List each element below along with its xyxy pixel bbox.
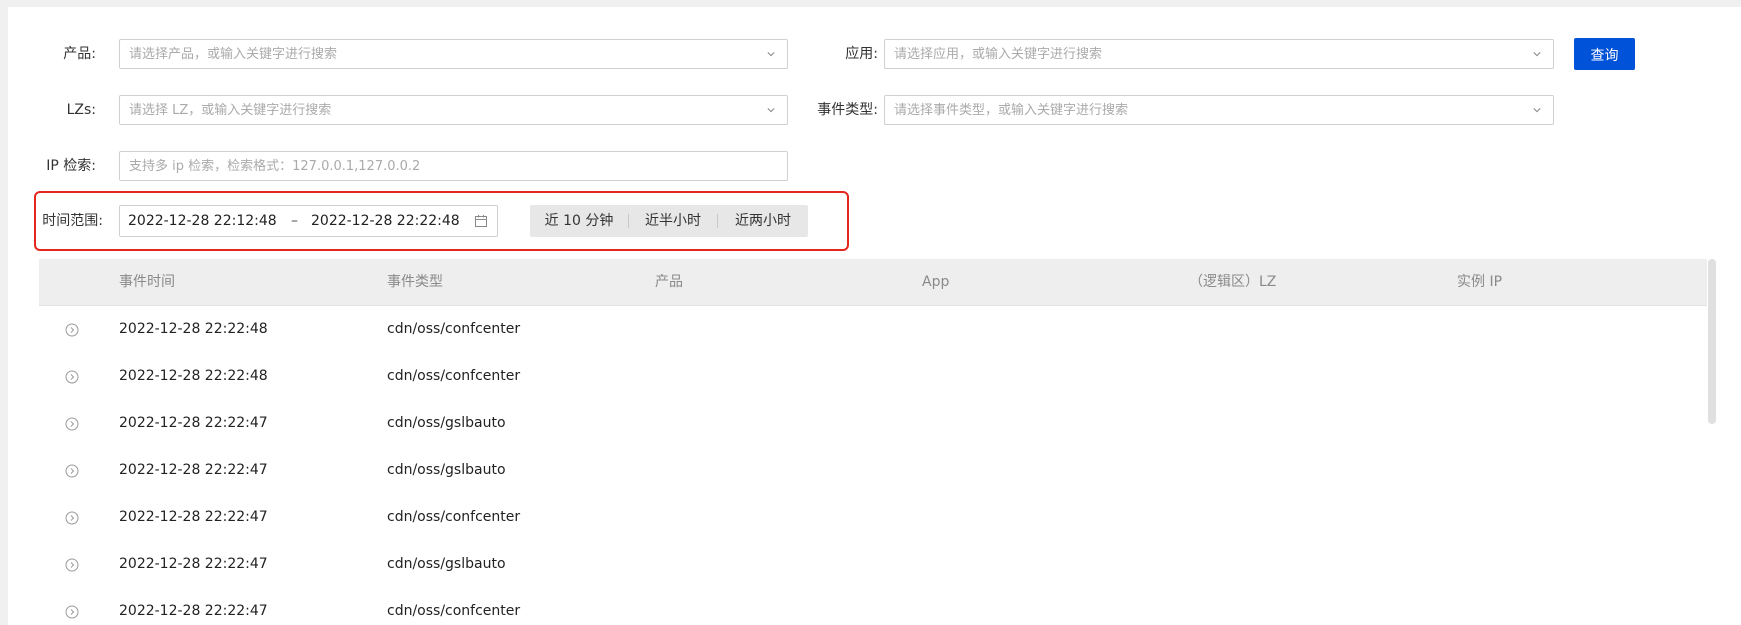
expand-row-icon[interactable] xyxy=(65,323,79,337)
cell-event-type: cdn/oss/gslbauto xyxy=(387,556,506,572)
range-separator: – xyxy=(291,213,298,229)
event-type-select-placeholder: 请选择事件类型，或输入关键字进行搜索 xyxy=(894,103,1129,118)
end-time[interactable]: 2022-12-28 22:22:48 xyxy=(311,206,460,236)
expand-row-icon[interactable] xyxy=(65,605,79,619)
table-row[interactable]: 2022-12-28 22:22:48 cdn/oss/confcenter xyxy=(39,306,1707,354)
expand-row-icon[interactable] xyxy=(65,417,79,431)
table-header: 事件时间 事件类型 产品 App （逻辑区）LZ 实例 IP xyxy=(39,259,1707,306)
table-row[interactable]: 2022-12-28 22:22:47 cdn/oss/gslbauto xyxy=(39,400,1707,448)
cell-event-type: cdn/oss/gslbauto xyxy=(387,415,506,431)
table-row[interactable]: 2022-12-28 22:22:47 cdn/oss/gslbauto xyxy=(39,541,1707,589)
chevron-down-icon xyxy=(767,52,775,57)
column-event-time: 事件时间 xyxy=(119,274,175,290)
table-row[interactable]: 2022-12-28 22:22:47 cdn/oss/gslbauto xyxy=(39,447,1707,495)
cell-event-time: 2022-12-28 22:22:47 xyxy=(119,509,268,525)
product-select[interactable]: 请选择产品，或输入关键字进行搜索 xyxy=(119,39,788,69)
product-label: 产品: xyxy=(63,46,96,62)
cell-event-type: cdn/oss/confcenter xyxy=(387,368,521,384)
ip-label: IP 检索: xyxy=(46,158,96,174)
calendar-icon[interactable] xyxy=(474,214,488,228)
ip-search-input[interactable]: 支持多 ip 检索，检索格式：127.0.0.1,127.0.0.2 xyxy=(119,151,788,181)
event-type-label: 事件类型: xyxy=(817,102,878,118)
cell-event-type: cdn/oss/confcenter xyxy=(387,509,521,525)
column-event-type: 事件类型 xyxy=(387,274,443,290)
column-lz: （逻辑区）LZ xyxy=(1189,274,1277,290)
column-product: 产品 xyxy=(655,274,683,290)
chevron-down-icon xyxy=(767,108,775,113)
time-range-label: 时间范围: xyxy=(42,213,103,229)
table-row[interactable]: 2022-12-28 22:22:48 cdn/oss/confcenter xyxy=(39,353,1707,401)
cell-event-time: 2022-12-28 22:22:48 xyxy=(119,368,268,384)
quick-range-10min[interactable]: 近 10 分钟 xyxy=(530,205,628,237)
app-select-placeholder: 请选择应用，或输入关键字进行搜索 xyxy=(894,47,1103,62)
lz-select[interactable]: 请选择 LZ，或输入关键字进行搜索 xyxy=(119,95,788,125)
table-scrollbar[interactable] xyxy=(1708,259,1716,424)
quick-range-30min[interactable]: 近半小时 xyxy=(629,205,717,237)
cell-event-type: cdn/oss/confcenter xyxy=(387,603,521,619)
app-label: 应用: xyxy=(845,46,878,62)
quick-range-2h[interactable]: 近两小时 xyxy=(718,205,808,237)
chevron-down-icon xyxy=(1533,52,1541,57)
product-select-placeholder: 请选择产品，或输入关键字进行搜索 xyxy=(129,47,338,62)
cell-event-time: 2022-12-28 22:22:47 xyxy=(119,556,268,572)
expand-row-icon[interactable] xyxy=(65,511,79,525)
table-row[interactable]: 2022-12-28 22:22:47 cdn/oss/confcenter xyxy=(39,494,1707,542)
cell-event-time: 2022-12-28 22:22:48 xyxy=(119,321,268,337)
chevron-down-icon xyxy=(1533,108,1541,113)
lz-label: LZs: xyxy=(66,102,96,118)
app-select[interactable]: 请选择应用，或输入关键字进行搜索 xyxy=(884,39,1554,69)
ip-search-placeholder: 支持多 ip 检索，检索格式：127.0.0.1,127.0.0.2 xyxy=(129,159,421,174)
expand-row-icon[interactable] xyxy=(65,464,79,478)
cell-event-time: 2022-12-28 22:22:47 xyxy=(119,462,268,478)
quick-range-group: 近 10 分钟 近半小时 近两小时 xyxy=(530,205,808,237)
date-range-picker[interactable]: 2022-12-28 22:12:48 – 2022-12-28 22:22:4… xyxy=(119,205,498,237)
query-button[interactable]: 查询 xyxy=(1574,38,1635,70)
start-time[interactable]: 2022-12-28 22:12:48 xyxy=(128,206,277,236)
lz-select-placeholder: 请选择 LZ，或输入关键字进行搜索 xyxy=(129,103,332,118)
event-query-panel: 产品: 请选择产品，或输入关键字进行搜索 应用: 请选择应用，或输入关键字进行搜… xyxy=(8,7,1741,625)
table-row[interactable]: 2022-12-28 22:22:47 cdn/oss/confcenter xyxy=(39,588,1707,625)
cell-event-type: cdn/oss/confcenter xyxy=(387,321,521,337)
expand-row-icon[interactable] xyxy=(65,558,79,572)
cell-event-time: 2022-12-28 22:22:47 xyxy=(119,603,268,619)
column-instance-ip: 实例 IP xyxy=(1457,274,1503,290)
column-app: App xyxy=(922,274,950,290)
expand-row-icon[interactable] xyxy=(65,370,79,384)
cell-event-type: cdn/oss/gslbauto xyxy=(387,462,506,478)
event-type-select[interactable]: 请选择事件类型，或输入关键字进行搜索 xyxy=(884,95,1554,125)
cell-event-time: 2022-12-28 22:22:47 xyxy=(119,415,268,431)
